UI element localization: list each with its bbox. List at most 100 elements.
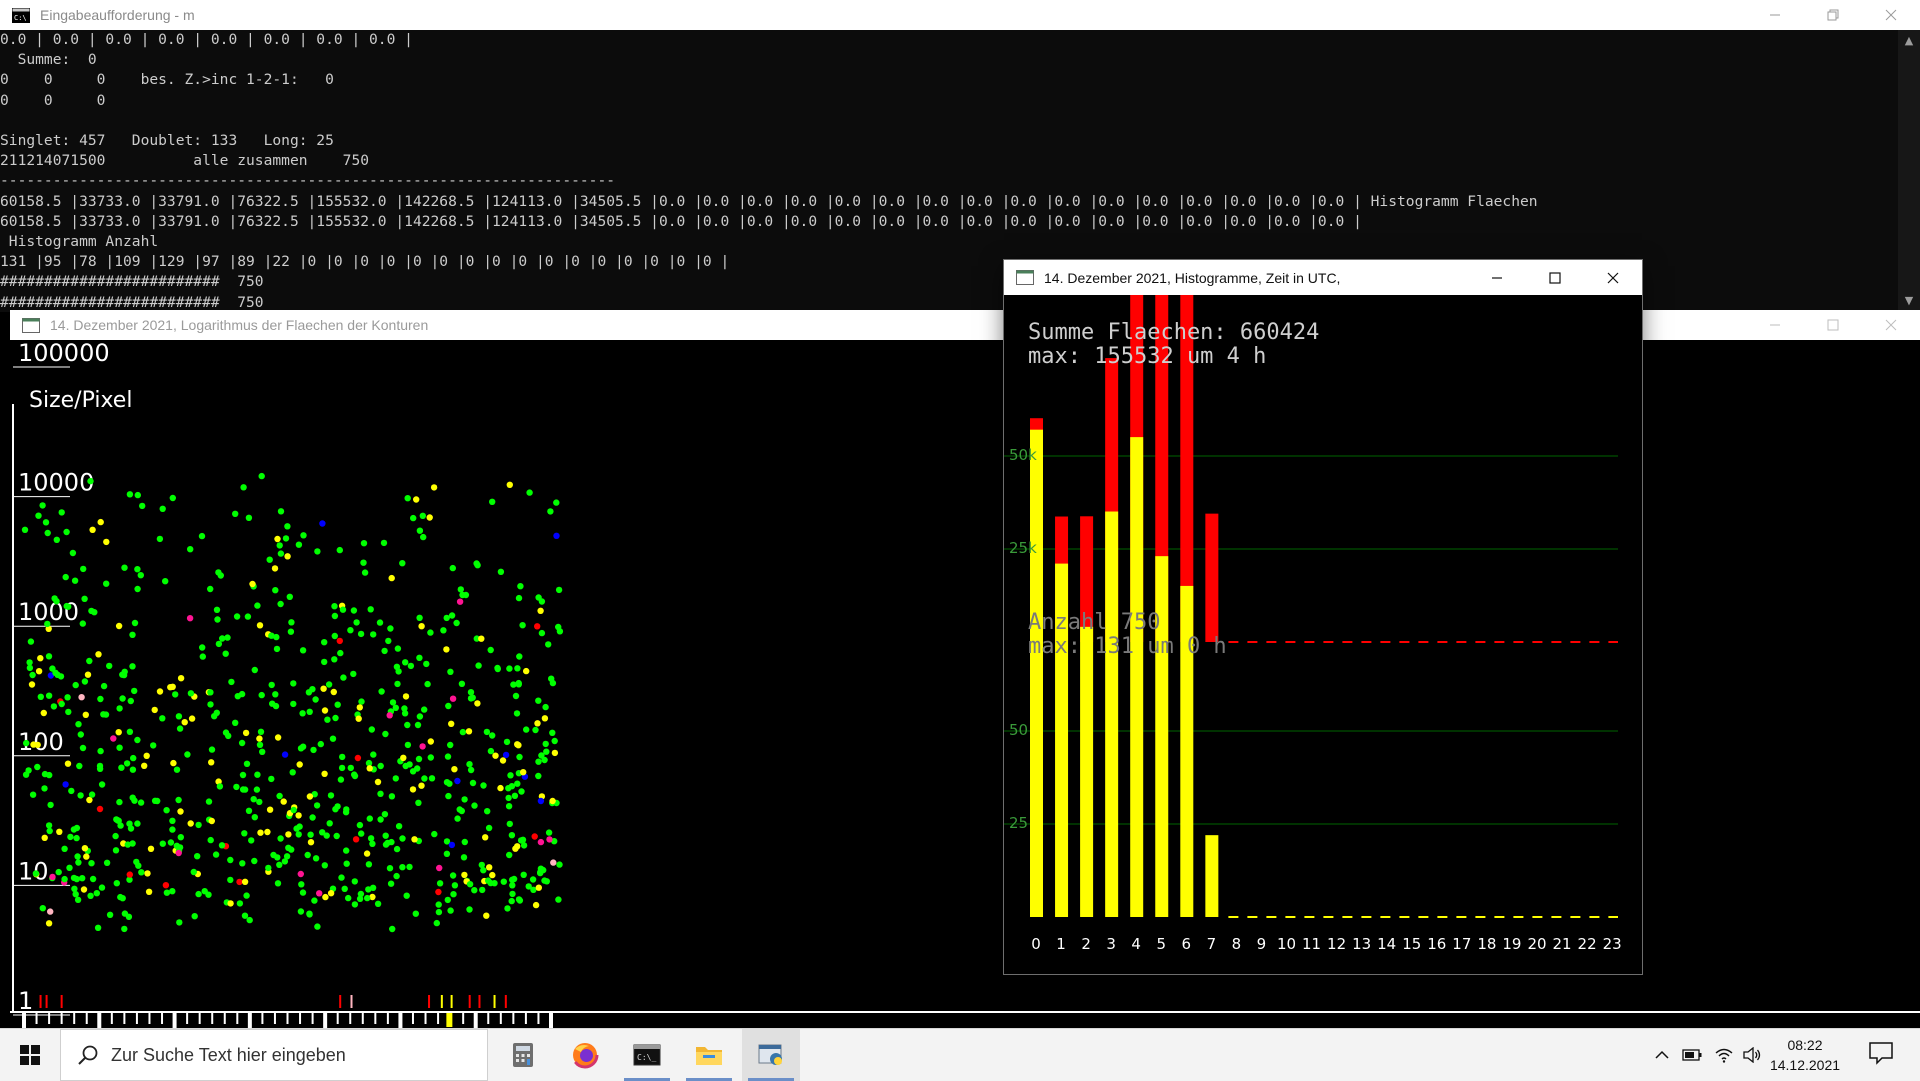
window-app-icon [1016,270,1034,285]
scatter-point [213,606,221,613]
python-app-icon [758,1044,782,1065]
scatter-point [374,778,382,786]
tray-overflow-chevron-icon[interactable] [1652,1045,1672,1065]
scatter-point [487,747,495,755]
scatter-point [277,550,285,557]
scatter-point [483,728,491,736]
scatter-point [129,663,136,670]
scatter-point [385,637,392,645]
scatter-point [407,662,415,670]
scatter-point [401,710,409,717]
console-titlebar[interactable]: C:\ Eingabeaufforderung - m [0,0,1920,30]
scatter-point [516,653,523,660]
scroll-up-icon[interactable]: ▲ [1898,32,1920,50]
scatter-point [489,871,496,879]
scatter-point [393,845,401,853]
scatter-point [285,831,292,838]
scatter-point [350,607,358,614]
search-icon [78,1045,98,1065]
scatter-point [520,769,527,776]
scatter-point [188,715,196,722]
scatter-point [82,711,90,718]
scatter-point [509,890,516,898]
scatter-point [50,703,58,710]
close-button[interactable] [1862,0,1920,30]
minimize-button[interactable] [1746,0,1804,30]
close-icon [1885,319,1897,331]
scatter-point [62,781,69,788]
scatter-point [248,837,255,844]
scatter-point [424,680,431,688]
scatter-point [487,646,494,654]
scatter-point [251,857,258,865]
start-button[interactable] [0,1029,60,1081]
notification-center-button[interactable] [1868,1041,1898,1069]
histogram-titlebar[interactable]: 14. Dezember 2021, Histogramme, Zeit in … [1004,260,1642,295]
scatter-point [512,692,520,700]
scatter-point [347,627,354,634]
scatter-point [280,798,287,805]
minimize-button[interactable] [1468,260,1526,295]
scatter-point [320,685,327,692]
scatter-point [353,619,360,626]
taskbar-app-firefox[interactable] [556,1029,614,1081]
scatter-point [98,781,106,788]
scatter-point [274,854,281,861]
scatter-point [258,472,265,480]
minimize-button[interactable] [1746,310,1804,340]
scatter-point [126,871,133,878]
scatter-point [127,697,134,705]
scatter-point [34,763,41,771]
wifi-icon[interactable] [1714,1045,1734,1065]
scatter-point [21,526,29,533]
scatter-point [75,721,82,728]
scatter-point [121,925,128,933]
scatter-point [416,713,424,720]
scatter-point [430,484,438,491]
scatter-point [515,681,522,688]
scroll-down-icon[interactable]: ▼ [1898,292,1920,310]
taskbar-search-box[interactable]: Zur Suche Text hier eingeben [60,1029,488,1081]
scatter-point [356,821,364,829]
scatter-point [97,747,104,755]
console-scrollbar[interactable]: ▲ ▼ [1898,30,1920,312]
scatter-point [449,695,457,702]
scatter-point [307,831,314,838]
scatter-point [72,891,79,898]
scatter-point [467,766,475,774]
taskbar-app-python[interactable] [742,1029,800,1081]
scatter-point [46,827,53,835]
scatter-point [254,602,261,609]
scatter-point [273,645,281,653]
scatter-point [435,888,442,896]
scatter-point [150,742,157,749]
hour-label: 7 [1207,935,1217,953]
scatter-point [130,754,137,762]
maximize-button[interactable] [1526,260,1584,295]
histogram-window[interactable]: 14. Dezember 2021, Histogramme, Zeit in … [1004,260,1642,974]
taskbar-app-file-explorer[interactable] [680,1029,738,1081]
scatter-point [313,802,321,809]
scatter-point [91,609,98,616]
scatter-point [513,710,521,717]
scatter-point [360,540,368,547]
scatter-point [79,620,87,627]
close-button[interactable] [1584,260,1642,295]
scatter-point [89,875,97,883]
scatter-point [233,783,240,791]
scatter-point [288,846,295,853]
speaker-icon[interactable] [1742,1045,1762,1065]
taskbar-app-terminal[interactable]: C:\_ [618,1029,676,1081]
taskbar-app-calculator[interactable] [494,1029,552,1081]
scatter-point [427,754,434,761]
scatter-point [207,585,214,593]
close-button[interactable] [1862,310,1920,340]
restore-button[interactable] [1804,0,1862,30]
scatter-point [156,535,164,543]
maximize-button[interactable] [1804,310,1862,340]
scatter-point [64,694,71,701]
scatter-point [547,508,554,515]
taskbar-clock[interactable]: 08:22 14.12.2021 [1761,1035,1849,1075]
battery-icon[interactable] [1682,1045,1702,1065]
scatter-point [176,919,183,926]
